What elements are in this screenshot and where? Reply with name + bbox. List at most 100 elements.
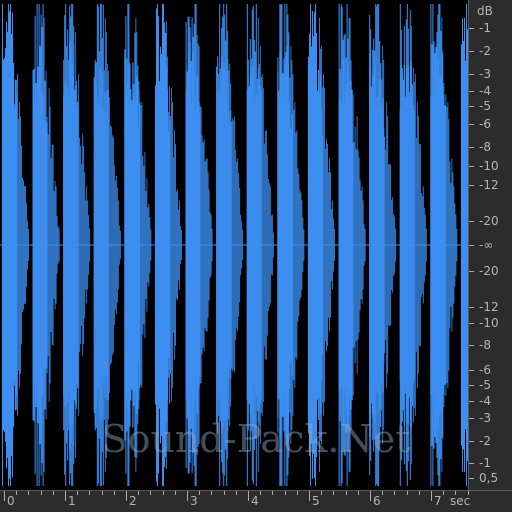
db-tick: [469, 245, 474, 246]
waveform-burst: [154, 4, 182, 486]
time-minor-tick: [52, 491, 54, 495]
db-tick-label: -∞: [479, 238, 494, 252]
db-tick: [469, 478, 474, 479]
db-tick-label: 0,5: [479, 471, 499, 485]
db-tick-label: -5: [479, 99, 491, 113]
time-minor-tick: [357, 491, 359, 495]
waveform-editor: dB -1 -2 -3 -4 -5 -6 -8 -10 -12 -20 -∞ -20 -12 -10 -8-…: [0, 0, 512, 512]
db-tick-label: -20: [479, 214, 499, 228]
waveform-burst: [399, 4, 427, 486]
db-tick-label: -3: [479, 67, 491, 81]
time-minor-tick: [223, 491, 225, 495]
time-minor-tick: [28, 491, 30, 495]
time-minor-tick: [101, 491, 103, 495]
time-minor-tick: [406, 491, 408, 495]
db-tick: [469, 370, 474, 371]
waveform-display[interactable]: [0, 0, 468, 490]
waveform-burst: [93, 4, 121, 486]
db-tick: [469, 385, 474, 386]
db-tick: [469, 106, 474, 107]
time-tick-label: 3: [190, 494, 198, 508]
time-minor-tick: [16, 491, 18, 495]
db-tick-label: -12: [479, 300, 499, 314]
time-tick-label: 0: [7, 494, 15, 508]
db-tick: [469, 418, 474, 419]
db-tick-label: -1: [479, 21, 491, 35]
db-tick: [469, 147, 474, 148]
time-minor-tick: [443, 491, 445, 495]
time-minor-tick: [272, 491, 274, 495]
time-tick-label: 2: [129, 494, 137, 508]
waveform-burst: [32, 4, 60, 486]
waveform-burst: [124, 4, 152, 486]
time-minor-tick: [235, 491, 237, 495]
time-minor-tick: [138, 491, 140, 495]
time-tick: [309, 491, 310, 501]
db-tick-label: -2: [479, 434, 491, 448]
db-scale: dB -1 -2 -3 -4 -5 -6 -8 -10 -12 -20 -∞ -20 -12 -10 -8-…: [468, 0, 512, 490]
waveform-burst: [460, 4, 468, 486]
waveform-burst: [277, 4, 305, 486]
time-minor-tick: [40, 491, 42, 495]
waveform-burst: [430, 4, 458, 486]
time-minor-tick: [333, 491, 335, 495]
db-tick-label: -6: [479, 363, 491, 377]
db-tick: [469, 323, 474, 324]
time-minor-tick: [418, 491, 420, 495]
time-tick-label: 1: [68, 494, 76, 508]
time-minor-tick: [174, 491, 176, 495]
time-minor-tick: [211, 491, 213, 495]
time-minor-tick: [77, 491, 79, 495]
time-tick-label: 7: [434, 494, 442, 508]
waveform-burst: [216, 4, 244, 486]
time-minor-tick: [150, 491, 152, 495]
waveform-burst: [185, 4, 213, 486]
time-tick-label: 6: [373, 494, 381, 508]
db-tick-label: -10: [479, 159, 499, 173]
waveform-burst: [338, 4, 366, 486]
db-tick-label: -6: [479, 117, 491, 131]
db-tick-label: -2: [479, 44, 491, 58]
time-minor-tick: [199, 491, 201, 495]
db-tick-label: -5: [479, 378, 491, 392]
db-tick-label: -4: [479, 394, 491, 408]
time-unit-label: sec: [450, 494, 471, 508]
time-minor-tick: [345, 491, 347, 495]
db-tick: [469, 166, 474, 167]
waveform-burst: [1, 4, 29, 486]
db-tick-label: -8: [479, 338, 491, 352]
time-tick: [431, 491, 432, 501]
db-tick: [469, 307, 474, 308]
time-minor-tick: [321, 491, 323, 495]
time-tick: [248, 491, 249, 501]
db-tick: [469, 401, 474, 402]
db-tick: [469, 51, 474, 52]
time-tick: [370, 491, 371, 501]
db-tick: [469, 124, 474, 125]
time-minor-tick: [394, 491, 396, 495]
db-tick: [469, 441, 474, 442]
db-tick-label: -12: [479, 178, 499, 192]
time-minor-tick: [162, 491, 164, 495]
db-tick-label: -8: [479, 140, 491, 154]
time-minor-tick: [260, 491, 262, 495]
db-tick-label: -3: [479, 411, 491, 425]
time-tick: [187, 491, 188, 501]
db-tick: [469, 74, 474, 75]
time-minor-tick: [296, 491, 298, 495]
time-tick: [126, 491, 127, 501]
time-tick: [4, 491, 5, 501]
time-minor-tick: [284, 491, 286, 495]
db-tick: [469, 91, 474, 92]
time-minor-tick: [382, 491, 384, 495]
time-tick-label: 5: [312, 494, 320, 508]
time-ruler[interactable]: 0 1 2 3 4 5 6 7 sec: [0, 490, 512, 512]
db-tick: [469, 271, 474, 272]
db-tick: [469, 463, 474, 464]
db-tick: [469, 221, 474, 222]
db-tick-label: -10: [479, 316, 499, 330]
waveform-burst: [246, 4, 274, 486]
db-tick-label: -4: [479, 84, 491, 98]
db-unit-label: dB: [477, 4, 493, 18]
db-tick: [469, 185, 474, 186]
